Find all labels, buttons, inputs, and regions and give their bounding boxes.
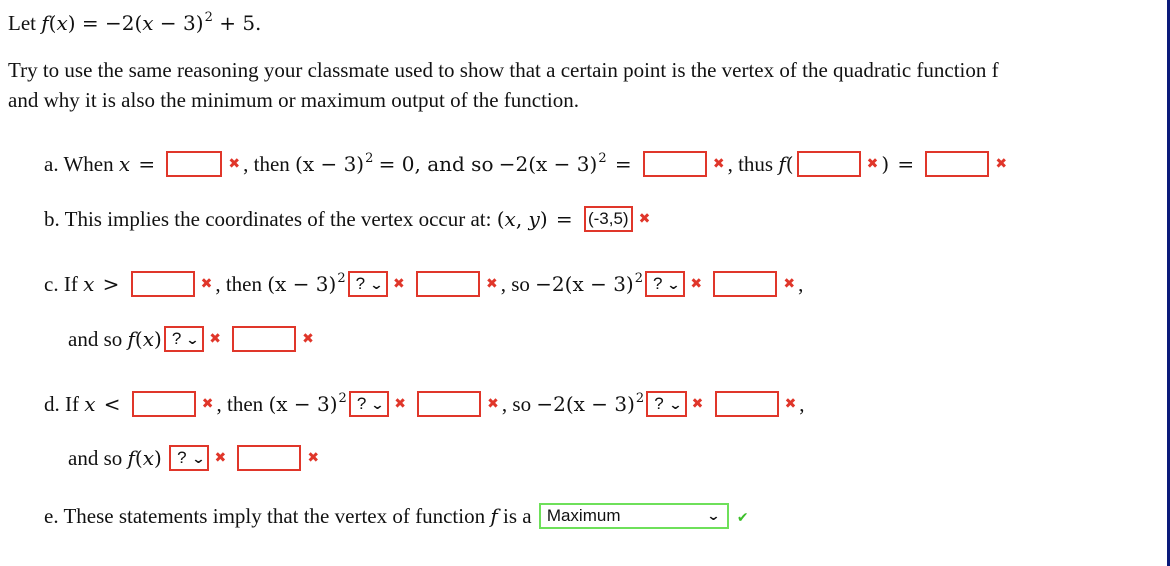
incorrect-icon: ✖ xyxy=(201,396,214,413)
vertex-coordinates-input[interactable]: (-3,5) xyxy=(583,206,633,233)
instructions-line-1: Try to use the same reasoning your class… xyxy=(8,58,999,82)
part-d-value-input-1[interactable] xyxy=(417,391,482,418)
chevron-down-icon: ⌄ xyxy=(370,397,385,413)
part-d-fx-input[interactable] xyxy=(237,445,302,472)
fx: f(x) xyxy=(127,327,162,351)
var-x: x xyxy=(84,392,96,416)
part-c-compare-select-2[interactable]: ? ⌄ xyxy=(645,271,686,298)
part-a-f-arg-input[interactable] xyxy=(796,151,861,178)
function-formula: f(x) = −2(x − 3)2 + 5. xyxy=(41,10,262,35)
equals: = xyxy=(555,207,573,231)
part-d-value-input-2[interactable] xyxy=(714,391,779,418)
correct-checkmark-icon: ✔ xyxy=(736,510,749,527)
part-b-label: b. This implies the coordinates of the v… xyxy=(44,207,492,231)
incorrect-icon: ✖ xyxy=(784,396,797,413)
so-text: , so xyxy=(500,272,530,296)
incorrect-icon: ✖ xyxy=(485,276,498,293)
var-x: x xyxy=(118,152,131,176)
incorrect-icon: ✖ xyxy=(995,156,1008,173)
then-text: , then xyxy=(243,152,290,176)
thus-text: , thus xyxy=(727,152,774,176)
incorrect-icon: ✖ xyxy=(783,276,796,293)
and-so-text: and so xyxy=(68,446,123,470)
f-symbol: f xyxy=(490,504,498,528)
expr-x-minus-3-squared: (x − 3)2 xyxy=(295,151,374,176)
chevron-down-icon: ⌄ xyxy=(668,397,683,413)
incorrect-icon: ✖ xyxy=(638,211,651,228)
incorrect-icon: ✖ xyxy=(866,156,879,173)
then-text: , then xyxy=(215,272,262,296)
expr-neg2: −2(x − 3)2 xyxy=(498,151,607,176)
incorrect-icon: ✖ xyxy=(209,331,221,348)
let-label: Let xyxy=(8,11,36,35)
part-c-value-input-1[interactable] xyxy=(415,271,480,298)
part-a-f-value-input[interactable] xyxy=(925,151,990,178)
part-a-x-input[interactable] xyxy=(166,151,223,178)
part-c-fx-input[interactable] xyxy=(232,326,297,353)
vertex-type-select[interactable]: Maximum ⌄ xyxy=(538,503,729,530)
and-so-text: and so xyxy=(68,327,123,351)
part-c-fx-select[interactable]: ? ⌄ xyxy=(163,326,205,353)
incorrect-icon: ✖ xyxy=(712,156,725,173)
part-d-compare-select-2[interactable]: ? ⌄ xyxy=(646,391,687,418)
part-c-label: c. If xyxy=(44,272,78,296)
incorrect-icon: ✖ xyxy=(690,276,703,293)
part-a-label: a. When xyxy=(44,152,114,176)
part-d-conclusion: and so f(x) ? ⌄ ✖ ✖ xyxy=(68,444,322,474)
comma: , xyxy=(799,392,805,416)
incorrect-icon: ✖ xyxy=(691,396,704,413)
incorrect-icon: ✖ xyxy=(487,396,499,413)
part-c-compare-select-1[interactable]: ? ⌄ xyxy=(347,271,388,298)
var-x: x xyxy=(83,272,95,296)
so-text: , so xyxy=(501,392,532,416)
chevron-down-icon: ⌄ xyxy=(666,277,682,293)
is-a-text: is a xyxy=(502,504,532,528)
part-e-label: e. These statements imply that the verte… xyxy=(44,504,486,528)
part-c-conclusion: and so f(x)? ⌄ ✖ ✖ xyxy=(68,325,317,355)
f-close: ) xyxy=(881,152,890,176)
greater-than: > xyxy=(102,272,120,296)
part-d-compare-select-1[interactable]: ? ⌄ xyxy=(348,391,390,418)
chevron-down-icon: ⌄ xyxy=(185,332,200,348)
incorrect-icon: ✖ xyxy=(302,331,314,348)
chevron-down-icon: ⌄ xyxy=(706,508,721,524)
incorrect-icon: ✖ xyxy=(394,396,406,413)
chevron-down-icon: ⌄ xyxy=(369,277,384,293)
part-d-fx-select[interactable]: ? ⌄ xyxy=(169,445,210,472)
f-open: f( xyxy=(778,152,794,176)
part-a: a. When x = ✖, then (x − 3)2 = 0, and so… xyxy=(44,145,1010,180)
part-d: d. If x < ✖, then (x − 3)2? ⌄ ✖ ✖, so −2(x… xyxy=(44,385,805,420)
equals: = xyxy=(614,152,632,176)
expr-neg2: −2(x − 3)2 xyxy=(535,271,644,296)
part-a-value-input[interactable] xyxy=(642,151,707,178)
less-than: < xyxy=(103,392,121,416)
then-text: , then xyxy=(216,392,264,416)
incorrect-icon: ✖ xyxy=(393,276,405,293)
coords-xy: (x, y) xyxy=(496,207,548,231)
part-c-x-input[interactable] xyxy=(130,271,195,298)
incorrect-icon: ✖ xyxy=(200,276,213,293)
part-d-x-input[interactable] xyxy=(131,391,196,418)
comma: , xyxy=(798,272,804,296)
chevron-down-icon: ⌄ xyxy=(190,451,206,467)
instructions-line-2: and why it is also the minimum or maximu… xyxy=(8,88,580,112)
part-c-value-input-2[interactable] xyxy=(713,271,778,298)
eq-zero-text: = 0, and so xyxy=(378,152,494,176)
fx: f(x) xyxy=(127,446,162,470)
incorrect-icon: ✖ xyxy=(307,450,320,467)
equals: = xyxy=(138,152,156,176)
expr-x-minus-3-squared: (x − 3)2 xyxy=(268,391,347,416)
equals: = xyxy=(897,152,915,176)
part-d-label: d. If xyxy=(44,392,79,416)
part-b: b. This implies the coordinates of the v… xyxy=(44,205,653,235)
incorrect-icon: ✖ xyxy=(228,156,241,173)
incorrect-icon: ✖ xyxy=(214,450,227,467)
part-c: c. If x > ✖, then (x − 3)2? ⌄ ✖ ✖, so −2(x… xyxy=(44,265,803,300)
function-definition: Let f(x) = −2(x − 3)2 + 5. xyxy=(8,4,261,37)
part-e: e. These statements imply that the verte… xyxy=(44,502,749,532)
expr-x-minus-3-squared: (x − 3)2 xyxy=(267,271,346,296)
expr-neg2: −2(x − 3)2 xyxy=(536,391,645,416)
